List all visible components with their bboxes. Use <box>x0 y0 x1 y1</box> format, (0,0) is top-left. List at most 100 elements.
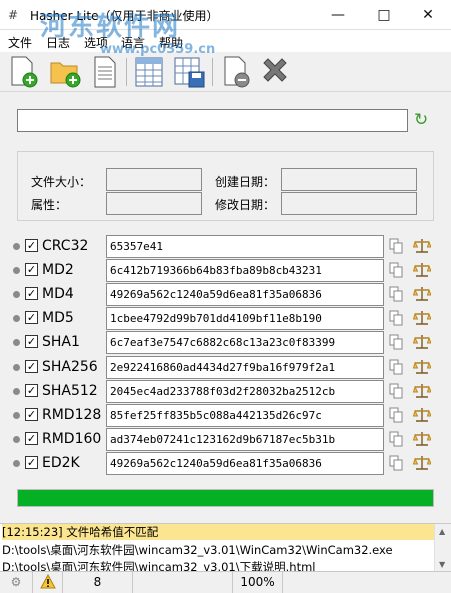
copy-icon[interactable] <box>389 455 403 471</box>
scroll-up-arrow-icon[interactable]: ▲ <box>439 527 445 536</box>
hash-value-field[interactable]: 2e922416860ad4434d27f9ba16f979f2a1 <box>106 356 384 379</box>
attributes-label: 属性： <box>31 198 68 212</box>
compare-icon[interactable] <box>413 262 431 278</box>
hash-value-field[interactable]: 85fef25ff835b5c088a442135d26c97c <box>106 404 384 427</box>
log-line: D:\tools\桌面\河东软件园\wincam32_v3.01\WinCam3… <box>2 543 393 557</box>
menu-language[interactable]: 语言 <box>121 34 145 51</box>
scroll-down-arrow-icon[interactable]: ▼ <box>439 560 445 569</box>
copy-icon[interactable] <box>389 359 403 375</box>
hash-row-crc32: ✓ CRC32 65357e41 <box>0 235 451 258</box>
compare-icon[interactable] <box>413 383 431 399</box>
warning-icon <box>40 574 56 589</box>
log-scrollbar[interactable]: ▲ ▼ <box>434 524 451 571</box>
status-dot-icon <box>13 436 20 443</box>
status-dot-icon <box>13 315 20 322</box>
clear-icon[interactable] <box>258 55 292 89</box>
new-file-icon[interactable] <box>6 55 40 89</box>
hash-value-field[interactable]: 1cbee4792d99b701dd4109bf11e8b190 <box>106 307 384 330</box>
hash-checkbox[interactable]: ✓ <box>25 287 38 300</box>
status-dot-icon <box>13 243 20 250</box>
hash-algorithm-label: CRC32 <box>42 238 89 254</box>
document-icon[interactable] <box>88 55 122 89</box>
table-icon[interactable] <box>132 55 166 89</box>
minimize-button[interactable]: — <box>315 0 361 30</box>
compare-icon[interactable] <box>413 407 431 423</box>
hash-value-field[interactable]: 65357e41 <box>106 235 384 258</box>
settings-gear-icon[interactable]: ⚙ <box>0 572 33 593</box>
status-dot-icon <box>13 388 20 395</box>
remove-file-icon[interactable] <box>218 55 252 89</box>
refresh-icon[interactable]: ↻ <box>414 110 432 130</box>
created-date-label: 创建日期： <box>215 175 276 189</box>
hash-checkbox[interactable]: ✓ <box>25 432 38 445</box>
hash-checkbox[interactable]: ✓ <box>25 360 38 373</box>
hash-checkbox[interactable]: ✓ <box>25 456 38 469</box>
copy-icon[interactable] <box>389 286 403 302</box>
open-folder-icon[interactable] <box>48 55 82 89</box>
copy-icon[interactable] <box>389 262 403 278</box>
hash-row-sha256: ✓ SHA256 2e922416860ad4434d27f9ba16f979f2a… <box>0 356 451 379</box>
copy-icon[interactable] <box>389 383 403 399</box>
copy-icon[interactable] <box>389 334 403 350</box>
file-path-input[interactable] <box>17 109 408 132</box>
log-line: D:\tools\桌面\河东软件园\wincam32_v3.01\下载说明.ht… <box>2 560 316 571</box>
hash-row-rmd160: ✓ RMD160 ad374eb07241c123162d9b67187ec5b31… <box>0 428 451 451</box>
hash-checkbox[interactable]: ✓ <box>25 384 38 397</box>
compare-icon[interactable] <box>413 238 431 254</box>
hash-value-field[interactable]: 49269a562c1240a59d6ea81f35a06836 <box>106 452 384 475</box>
hash-algorithm-label: MD4 <box>42 286 74 302</box>
hash-algorithm-label: RMD160 <box>42 431 102 447</box>
status-bar: ⚙ 8 100% <box>0 571 451 593</box>
log-line: [12:15:23] 文件哈希值不匹配 <box>2 524 434 540</box>
save-table-icon[interactable] <box>172 55 206 89</box>
hash-value-field[interactable]: 6c412b719366b64b83fba89b8cb43231 <box>106 259 384 282</box>
compare-icon[interactable] <box>413 310 431 326</box>
progress-fill <box>18 490 433 506</box>
hash-algorithm-label: SHA256 <box>42 359 98 375</box>
file-info-panel: 文件大小： 创建日期： 属性： 修改日期： <box>17 151 434 221</box>
status-empty-cell <box>133 572 233 593</box>
hash-row-rmd128: ✓ RMD128 85fef25ff835b5c088a442135d26c97c <box>0 404 451 427</box>
hash-row-md5: ✓ MD5 1cbee4792d99b701dd4109bf11e8b190 <box>0 307 451 330</box>
status-dot-icon <box>13 364 20 371</box>
hash-checkbox[interactable]: ✓ <box>25 263 38 276</box>
log-panel[interactable]: [12:15:23] 文件哈希值不匹配 D:\tools\桌面\河东软件园\wi… <box>0 523 451 571</box>
modified-date-field <box>281 192 417 215</box>
copy-icon[interactable] <box>389 238 403 254</box>
maximize-button[interactable]: □ <box>361 0 407 30</box>
menu-log[interactable]: 日志 <box>46 34 70 51</box>
hash-value-field[interactable]: 49269a562c1240a59d6ea81f35a06836 <box>106 283 384 306</box>
hash-row-ed2k: ✓ ED2K 49269a562c1240a59d6ea81f35a06836 <box>0 452 451 475</box>
file-size-label: 文件大小： <box>31 175 92 189</box>
status-dot-icon <box>13 412 20 419</box>
menu-options[interactable]: 选项 <box>84 34 108 51</box>
hash-checkbox[interactable]: ✓ <box>25 408 38 421</box>
close-button[interactable]: ✕ <box>405 0 451 30</box>
hash-row-sha512: ✓ SHA512 2045ec4ad233788f03d2f28032ba2512c… <box>0 380 451 403</box>
copy-icon[interactable] <box>389 407 403 423</box>
compare-icon[interactable] <box>413 431 431 447</box>
copy-icon[interactable] <box>389 431 403 447</box>
hash-checkbox[interactable]: ✓ <box>25 239 38 252</box>
toolbar-separator <box>126 58 127 86</box>
hash-algorithm-label: MD5 <box>42 310 74 326</box>
hash-algorithm-label: RMD128 <box>42 407 102 423</box>
hash-algorithm-label: MD2 <box>42 262 74 278</box>
hash-algorithm-label: SHA512 <box>42 383 98 399</box>
compare-icon[interactable] <box>413 286 431 302</box>
hash-value-field[interactable]: ad374eb07241c123162d9b67187ec5b31b <box>106 428 384 451</box>
compare-icon[interactable] <box>413 455 431 471</box>
compare-icon[interactable] <box>413 334 431 350</box>
copy-icon[interactable] <box>389 310 403 326</box>
menu-help[interactable]: 帮助 <box>159 34 183 51</box>
menu-file[interactable]: 文件 <box>8 34 32 51</box>
hash-value-field[interactable]: 2045ec4ad233788f03d2f28032ba2512cb <box>106 380 384 403</box>
window-title: Hasher Lite（仅用于非商业使用） <box>30 9 219 23</box>
hash-checkbox[interactable]: ✓ <box>25 335 38 348</box>
hash-value-field[interactable]: 6c7eaf3e7547c6882c68c13a23c0f83399 <box>106 331 384 354</box>
hash-checkbox[interactable]: ✓ <box>25 311 38 324</box>
status-dot-icon <box>13 460 20 467</box>
status-dot-icon <box>13 267 20 274</box>
toolbar <box>0 52 451 92</box>
compare-icon[interactable] <box>413 359 431 375</box>
